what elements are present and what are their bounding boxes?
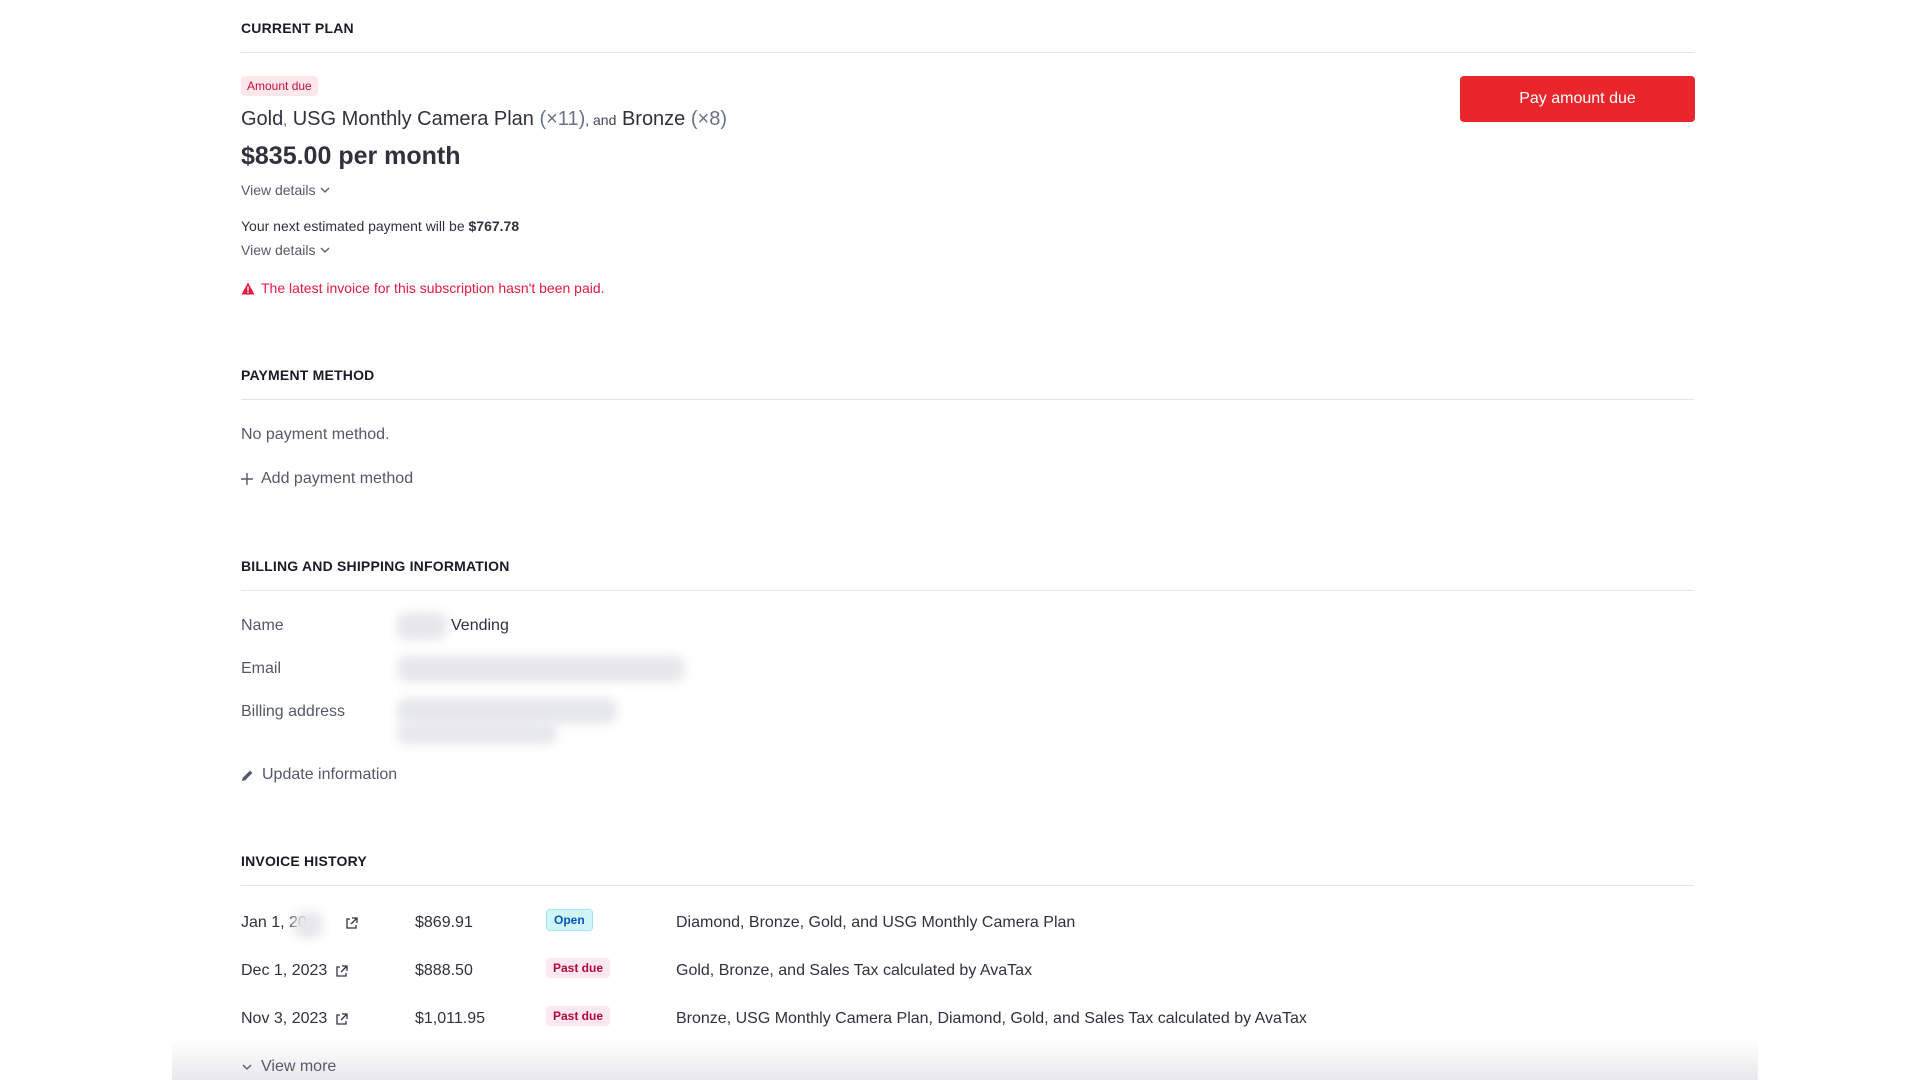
view-details-label: View details	[241, 242, 316, 258]
external-link-icon	[346, 916, 358, 929]
view-details-link[interactable]: View details	[241, 182, 331, 198]
invoice-description: Bronze, USG Monthly Camera Plan, Diamond…	[676, 1010, 1307, 1027]
external-link-icon	[336, 964, 348, 977]
status-badge: Past due	[546, 958, 611, 978]
invoice-amount: $888.50	[415, 962, 473, 979]
warning-icon	[241, 282, 255, 294]
invoice-amount: $869.91	[415, 914, 473, 931]
plan-item-bronze-qty: (×8)	[690, 108, 727, 130]
invoice-amount: $1,011.95	[415, 1010, 485, 1027]
status-badge-label: Past due	[546, 1006, 611, 1026]
divider	[241, 52, 1694, 53]
plan-items-line: Gold, USG Monthly Camera Plan (×11), and…	[241, 108, 727, 131]
view-more-label: View more	[261, 1058, 337, 1075]
invoice-history-heading: INVOICE HISTORY	[241, 853, 367, 869]
next-payment-text: Your next estimated payment will be $767…	[241, 218, 519, 234]
invoice-date-link[interactable]: Dec 1, 2023	[241, 962, 348, 980]
view-details-label: View details	[241, 182, 316, 198]
name-value: Vending	[451, 617, 509, 634]
no-payment-method-text: No payment method.	[241, 426, 390, 443]
divider	[241, 885, 1694, 886]
bottom-fade	[172, 1040, 1758, 1080]
plan-item-separator: , and	[585, 112, 617, 128]
current-plan-heading: CURRENT PLAN	[241, 20, 354, 36]
invoice-date: Nov 3, 2023	[241, 1010, 328, 1027]
email-label: Email	[241, 660, 282, 677]
amount-due-badge: Amount due	[241, 76, 318, 96]
chevron-down-icon	[242, 1064, 252, 1070]
next-payment-prefix: Your next estimated payment will be	[241, 218, 465, 234]
chevron-down-icon	[320, 187, 330, 193]
status-badge-label: Past due	[546, 958, 611, 978]
redacted-email	[397, 656, 685, 682]
chevron-down-icon	[320, 247, 330, 253]
amount-due-badge-label: Amount due	[241, 76, 318, 96]
view-more-button[interactable]: View more	[241, 1058, 336, 1076]
add-payment-method-label: Add payment method	[261, 470, 414, 487]
billing-heading: BILLING AND SHIPPING INFORMATION	[241, 558, 510, 574]
plan-item-gold: Gold	[241, 108, 284, 130]
unpaid-warning: The latest invoice for this subscription…	[241, 280, 605, 296]
status-badge: Past due	[546, 1006, 611, 1026]
invoice-description: Diamond, Bronze, Gold, and USG Monthly C…	[676, 914, 1076, 931]
pay-amount-due-button[interactable]: Pay amount due	[1460, 76, 1695, 122]
unpaid-warning-text: The latest invoice for this subscription…	[261, 280, 605, 296]
invoice-description: Gold, Bronze, and Sales Tax calculated b…	[676, 962, 1033, 979]
pencil-icon	[242, 770, 253, 781]
redacted-address-line-1	[397, 698, 617, 724]
update-information-label: Update information	[262, 766, 398, 783]
add-payment-method-button[interactable]: Add payment method	[241, 470, 413, 488]
invoice-date: Dec 1, 2023	[241, 962, 328, 979]
next-payment-amount: $767.78	[468, 218, 520, 234]
billing-address-label: Billing address	[241, 703, 346, 720]
plan-item-bronze: Bronze	[621, 108, 686, 130]
name-label: Name	[241, 617, 284, 634]
redacted-year	[293, 912, 323, 938]
payment-method-heading: PAYMENT METHOD	[241, 367, 375, 383]
status-badge-label: Open	[546, 909, 593, 931]
plus-icon	[241, 473, 253, 485]
view-details-link-2[interactable]: View details	[241, 242, 331, 258]
redacted-name	[397, 612, 447, 640]
invoice-date-link[interactable]: Nov 3, 2023	[241, 1010, 348, 1028]
update-information-button[interactable]: Update information	[241, 766, 397, 784]
status-badge: Open	[546, 909, 593, 931]
divider	[241, 590, 1694, 591]
plan-price: $835.00 per month	[241, 142, 461, 170]
divider	[241, 399, 1694, 400]
invoice-date: Jan 1, 20	[241, 912, 337, 938]
plan-item-camera-qty: (×11)	[539, 108, 586, 130]
plan-item-camera: USG Monthly Camera Plan	[292, 108, 534, 130]
external-link-icon	[336, 1012, 348, 1025]
redacted-address-line-2	[397, 722, 557, 744]
invoice-date-link[interactable]: Jan 1, 20	[241, 912, 358, 938]
plan-item-separator: ,	[283, 112, 288, 128]
